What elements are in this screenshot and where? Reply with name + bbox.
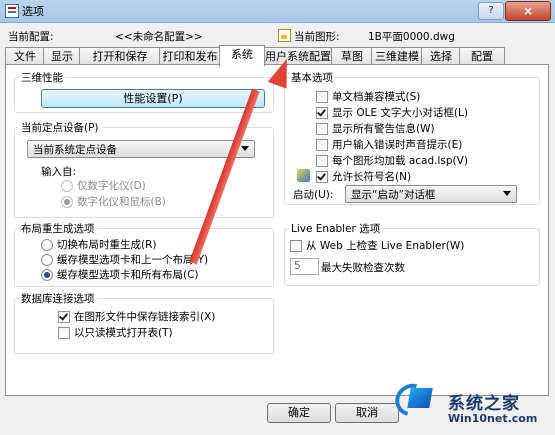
drawing-icon (278, 29, 291, 42)
checkbox-checked-icon (316, 171, 328, 183)
checkbox-icon (316, 91, 328, 103)
help-button[interactable]: ? (478, 2, 504, 20)
watermark-brand: 系统之家 (448, 394, 520, 414)
chevron-down-icon (503, 191, 511, 196)
load-acad-lsp-option[interactable]: 每个图形均加载 acad.lsp(V) (316, 154, 526, 168)
tab-user-preferences[interactable]: 用户系统配置 (263, 47, 333, 65)
live-enabler-group: Live Enabler 选项 从 Web 上检查 Live Enabler(W… (284, 221, 540, 286)
show-all-warnings-option[interactable]: 显示所有警告信息(W) (316, 122, 526, 136)
current-drawing-value: 1B平面0000.dwg (368, 31, 455, 43)
checkbox-checked-icon (316, 107, 328, 119)
checkbox-icon (316, 139, 328, 151)
pointing-device-title: 当前定点设备(P) (19, 120, 101, 135)
pointing-device-value: 当前系统定点设备 (33, 144, 117, 156)
check-web-live-enabler-label: 从 Web 上检查 Live Enabler(W) (306, 240, 465, 252)
general-options-group: 基本选项 单文档兼容模式(S) 显示 OLE 文字大小对话框(L) 显示所有警告… (284, 70, 540, 205)
read-only-tables-option[interactable]: 以只读模式打开表(T) (58, 326, 258, 340)
tab-selection[interactable]: 选择 (421, 47, 461, 65)
ole-text-size-dialog-option[interactable]: 显示 OLE 文字大小对话框(L) (316, 106, 526, 120)
accept-input-label: 输入自: (41, 166, 77, 178)
show-all-warnings-label: 显示所有警告信息(W) (332, 123, 435, 135)
single-drawing-mode-label: 单文档兼容模式(S) (332, 91, 421, 103)
performance-settings-button[interactable]: 性能设置(P) (41, 89, 265, 108)
tab-3d-modeling[interactable]: 三维建模 (371, 47, 423, 65)
db-connectivity-group: 数据库连接选项 在图形文件中保存链接索引(X) 以只读模式打开表(T) (14, 291, 274, 354)
cancel-button[interactable]: 取消 (335, 403, 399, 423)
single-drawing-mode-option[interactable]: 单文档兼容模式(S) (316, 90, 526, 104)
layout-regen-title: 布局重生成选项 (19, 221, 97, 236)
startup-select[interactable]: 显示“启动”对话框 (345, 185, 517, 203)
checkbox-icon (58, 327, 70, 339)
current-drawing-label: 当前图形: (294, 31, 340, 43)
store-links-index-option[interactable]: 在图形文件中保存链接索引(X) (58, 310, 258, 324)
3d-performance-group: 三维性能 性能设置(P) (14, 70, 274, 113)
app-icon (5, 4, 19, 18)
pointing-device-select[interactable]: 当前系统定点设备 (27, 140, 255, 158)
checkbox-checked-icon (58, 311, 70, 323)
regen-on-switch-option[interactable]: 切换布局时重生成(R) (41, 238, 261, 252)
tab-open-save[interactable]: 打开和保存 (79, 47, 161, 65)
radio-icon (41, 239, 53, 251)
tab-drafting[interactable]: 草图 (331, 47, 373, 65)
radio-icon (61, 180, 73, 192)
cache-model-last-layout-label: 缓存模型选项卡和上一个布局(Y) (57, 254, 209, 266)
title-bar: 选项 ? × (0, 0, 555, 23)
current-profile-label: 当前配置: (8, 31, 54, 43)
beep-on-error-option[interactable]: 用户输入错误时声音提示(E) (316, 138, 526, 152)
window-title: 选项 (22, 5, 44, 18)
setting-icon (297, 169, 310, 182)
radio-icon (41, 254, 53, 266)
cache-model-all-layouts-label: 缓存模型选项卡和所有布局(C) (57, 269, 199, 281)
tab-plot-publish[interactable]: 打印和发布 (159, 47, 221, 65)
read-only-tables-label: 以只读模式打开表(T) (74, 327, 173, 339)
startup-label: 启动(U): (293, 189, 334, 201)
beep-on-error-label: 用户输入错误时声音提示(E) (332, 139, 463, 151)
checkbox-icon (316, 155, 328, 167)
general-options-title: 基本选项 (289, 70, 335, 85)
current-profile-value: <<未命名配置>> (115, 31, 203, 43)
tab-files[interactable]: 文件 (5, 47, 45, 65)
startup-value: 显示“启动”对话框 (351, 189, 436, 201)
tab-display[interactable]: 显示 (43, 47, 81, 65)
watermark-url: Win10net.com (448, 412, 538, 425)
ole-text-size-dialog-label: 显示 OLE 文字大小对话框(L) (332, 107, 468, 119)
watermark-logo-icon (389, 377, 437, 423)
radio-selected-icon (41, 269, 53, 281)
regen-on-switch-label: 切换布局时重生成(R) (57, 239, 157, 251)
system-tab-panel: 三维性能 性能设置(P) 当前定点设备(P) 当前系统定点设备 输入自: 仅数字… (5, 64, 549, 396)
ok-button[interactable]: 确定 (267, 403, 331, 423)
max-failed-checks-label: 最大失败检查次数 (321, 262, 405, 274)
3d-performance-title: 三维性能 (19, 70, 65, 85)
long-symbol-names-label: 允许长符号名(N) (332, 171, 412, 183)
store-links-index-label: 在图形文件中保存链接索引(X) (74, 311, 216, 323)
chevron-down-icon (241, 146, 249, 151)
cache-model-all-layouts-option[interactable]: 缓存模型选项卡和所有布局(C) (41, 268, 267, 282)
long-symbol-names-option[interactable]: 允许长符号名(N) (316, 170, 526, 184)
digitizer-only-label: 仅数字化仪(D) (77, 180, 146, 192)
checkbox-icon (290, 240, 302, 252)
tab-profiles[interactable]: 配置 (459, 47, 505, 65)
layout-regen-group: 布局重生成选项 切换布局时重生成(R) 缓存模型选项卡和上一个布局(Y) 缓存模… (14, 221, 274, 287)
checkbox-icon (316, 123, 328, 135)
max-failed-checks-input[interactable]: 5 (290, 258, 319, 275)
tab-system[interactable]: 系统 (219, 45, 265, 66)
radio-selected-icon (61, 196, 73, 208)
logo-window-shape (407, 388, 433, 408)
digitizer-and-mouse-label: 数字化仪和鼠标(B) (77, 196, 166, 208)
options-dialog: 选项 ? × 当前配置: <<未命名配置>> 当前图形: 1B平面0000.dw… (0, 0, 555, 435)
check-web-live-enabler-option[interactable]: 从 Web 上检查 Live Enabler(W) (290, 239, 510, 253)
live-enabler-title: Live Enabler 选项 (289, 221, 383, 236)
cache-model-last-layout-option[interactable]: 缓存模型选项卡和上一个布局(Y) (41, 253, 267, 267)
load-acad-lsp-label: 每个图形均加载 acad.lsp(V) (332, 155, 468, 167)
db-connectivity-title: 数据库连接选项 (19, 291, 97, 306)
close-button[interactable]: × (505, 1, 551, 21)
